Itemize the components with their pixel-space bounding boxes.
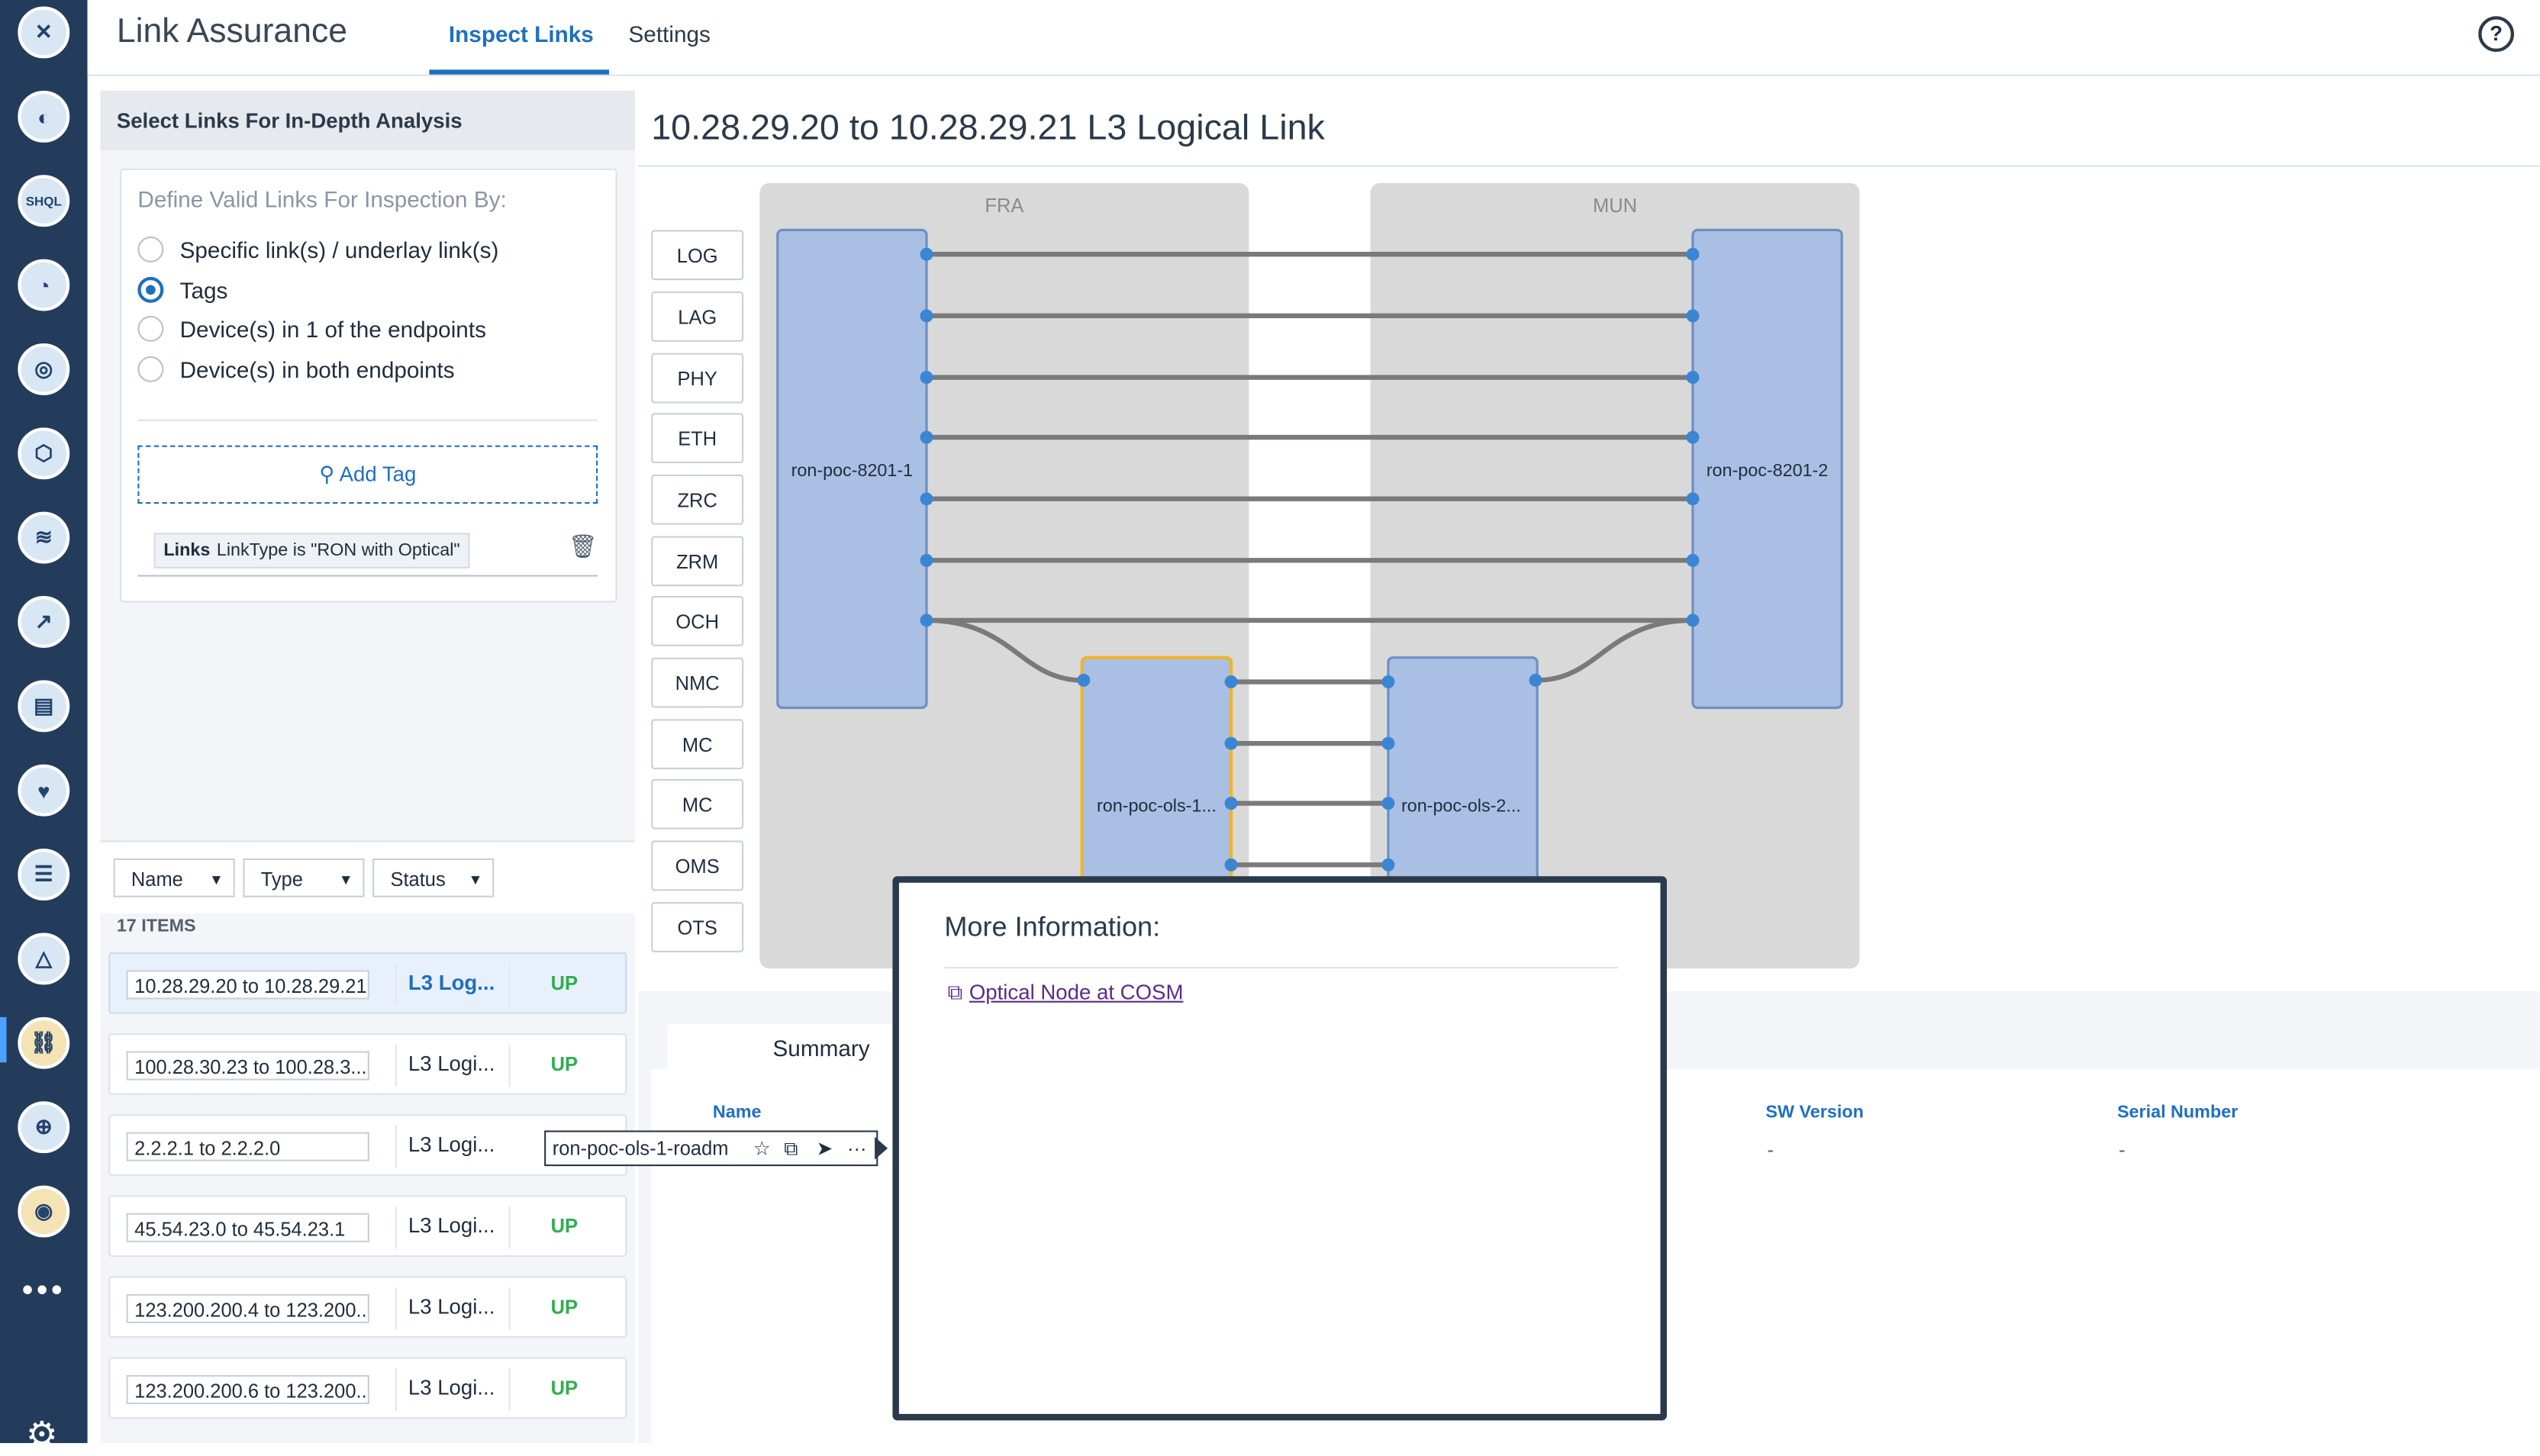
optical-node-cosm-link[interactable]: ⧉ Optical Node at COSM xyxy=(948,980,1184,1006)
port-dot[interactable] xyxy=(920,492,933,506)
popup-title: More Information: xyxy=(944,911,1161,943)
port-dot[interactable] xyxy=(1529,673,1542,687)
node-left-router-label: ron-poc-8201-1 xyxy=(791,460,914,480)
node-right-ols-label: ron-poc-ols-2... xyxy=(1401,795,1521,815)
column-header-name[interactable]: Name xyxy=(713,1103,762,1122)
port-dot[interactable] xyxy=(1224,797,1238,810)
port-dot[interactable] xyxy=(1686,614,1700,627)
site-mun-label: MUN xyxy=(1593,195,1637,217)
port-dot[interactable] xyxy=(1381,858,1395,871)
sw-version-value: - xyxy=(1767,1139,1774,1161)
link-label: Optical Node at COSM xyxy=(969,980,1184,1004)
star-icon[interactable]: ☆ xyxy=(753,1132,771,1164)
node-name-tooltip: ron-poc-ols-1-roadm ☆ ⧉ ➤ ··· xyxy=(544,1130,878,1167)
port-dot[interactable] xyxy=(1686,553,1700,567)
port-dot[interactable] xyxy=(920,553,933,567)
port-dot[interactable] xyxy=(1381,797,1395,810)
port-dot[interactable] xyxy=(1381,675,1395,689)
divider xyxy=(944,967,1619,969)
port-dot[interactable] xyxy=(920,430,933,444)
more-options-icon[interactable]: ··· xyxy=(847,1132,866,1164)
port-dot[interactable] xyxy=(1224,858,1238,871)
node-right-router-label: ron-poc-8201-2 xyxy=(1707,460,1829,480)
column-header-serial-number[interactable]: Serial Number xyxy=(2117,1103,2238,1122)
port-dot[interactable] xyxy=(1077,673,1091,687)
locate-icon[interactable]: ➤ xyxy=(817,1132,833,1164)
column-header-sw-version[interactable]: SW Version xyxy=(1765,1103,1863,1122)
port-dot[interactable] xyxy=(920,247,933,261)
site-fra-label: FRA xyxy=(985,195,1023,217)
port-dot[interactable] xyxy=(1686,309,1700,323)
port-dot[interactable] xyxy=(1381,736,1395,750)
port-dot[interactable] xyxy=(1224,675,1238,689)
app-root: ✕ ◐ SHQL ◔ ◎ ⬡ ≋ ↗ ▤ ♥ ☰ △ ⛓ ⊕ ◉ ••• ⚙ L… xyxy=(0,0,2540,1454)
tooltip-arrow xyxy=(875,1136,888,1160)
serial-number-value: - xyxy=(2119,1139,2126,1161)
open-external-icon[interactable]: ⧉ xyxy=(784,1132,798,1164)
port-dot[interactable] xyxy=(1224,736,1238,750)
node-left-ols-label: ron-poc-ols-1... xyxy=(1097,795,1217,815)
port-dot[interactable] xyxy=(920,309,933,323)
port-dot[interactable] xyxy=(1686,371,1700,385)
port-dot[interactable] xyxy=(1686,430,1700,444)
port-dot[interactable] xyxy=(920,614,933,627)
port-dot[interactable] xyxy=(1686,492,1700,506)
more-information-popup: More Information: ⧉ Optical Node at COSM xyxy=(892,876,1667,1421)
port-dot[interactable] xyxy=(1686,247,1700,261)
tooltip-node-name: ron-poc-ols-1-roadm xyxy=(552,1136,729,1160)
external-link-icon: ⧉ xyxy=(947,980,963,1004)
port-dot[interactable] xyxy=(920,371,933,385)
